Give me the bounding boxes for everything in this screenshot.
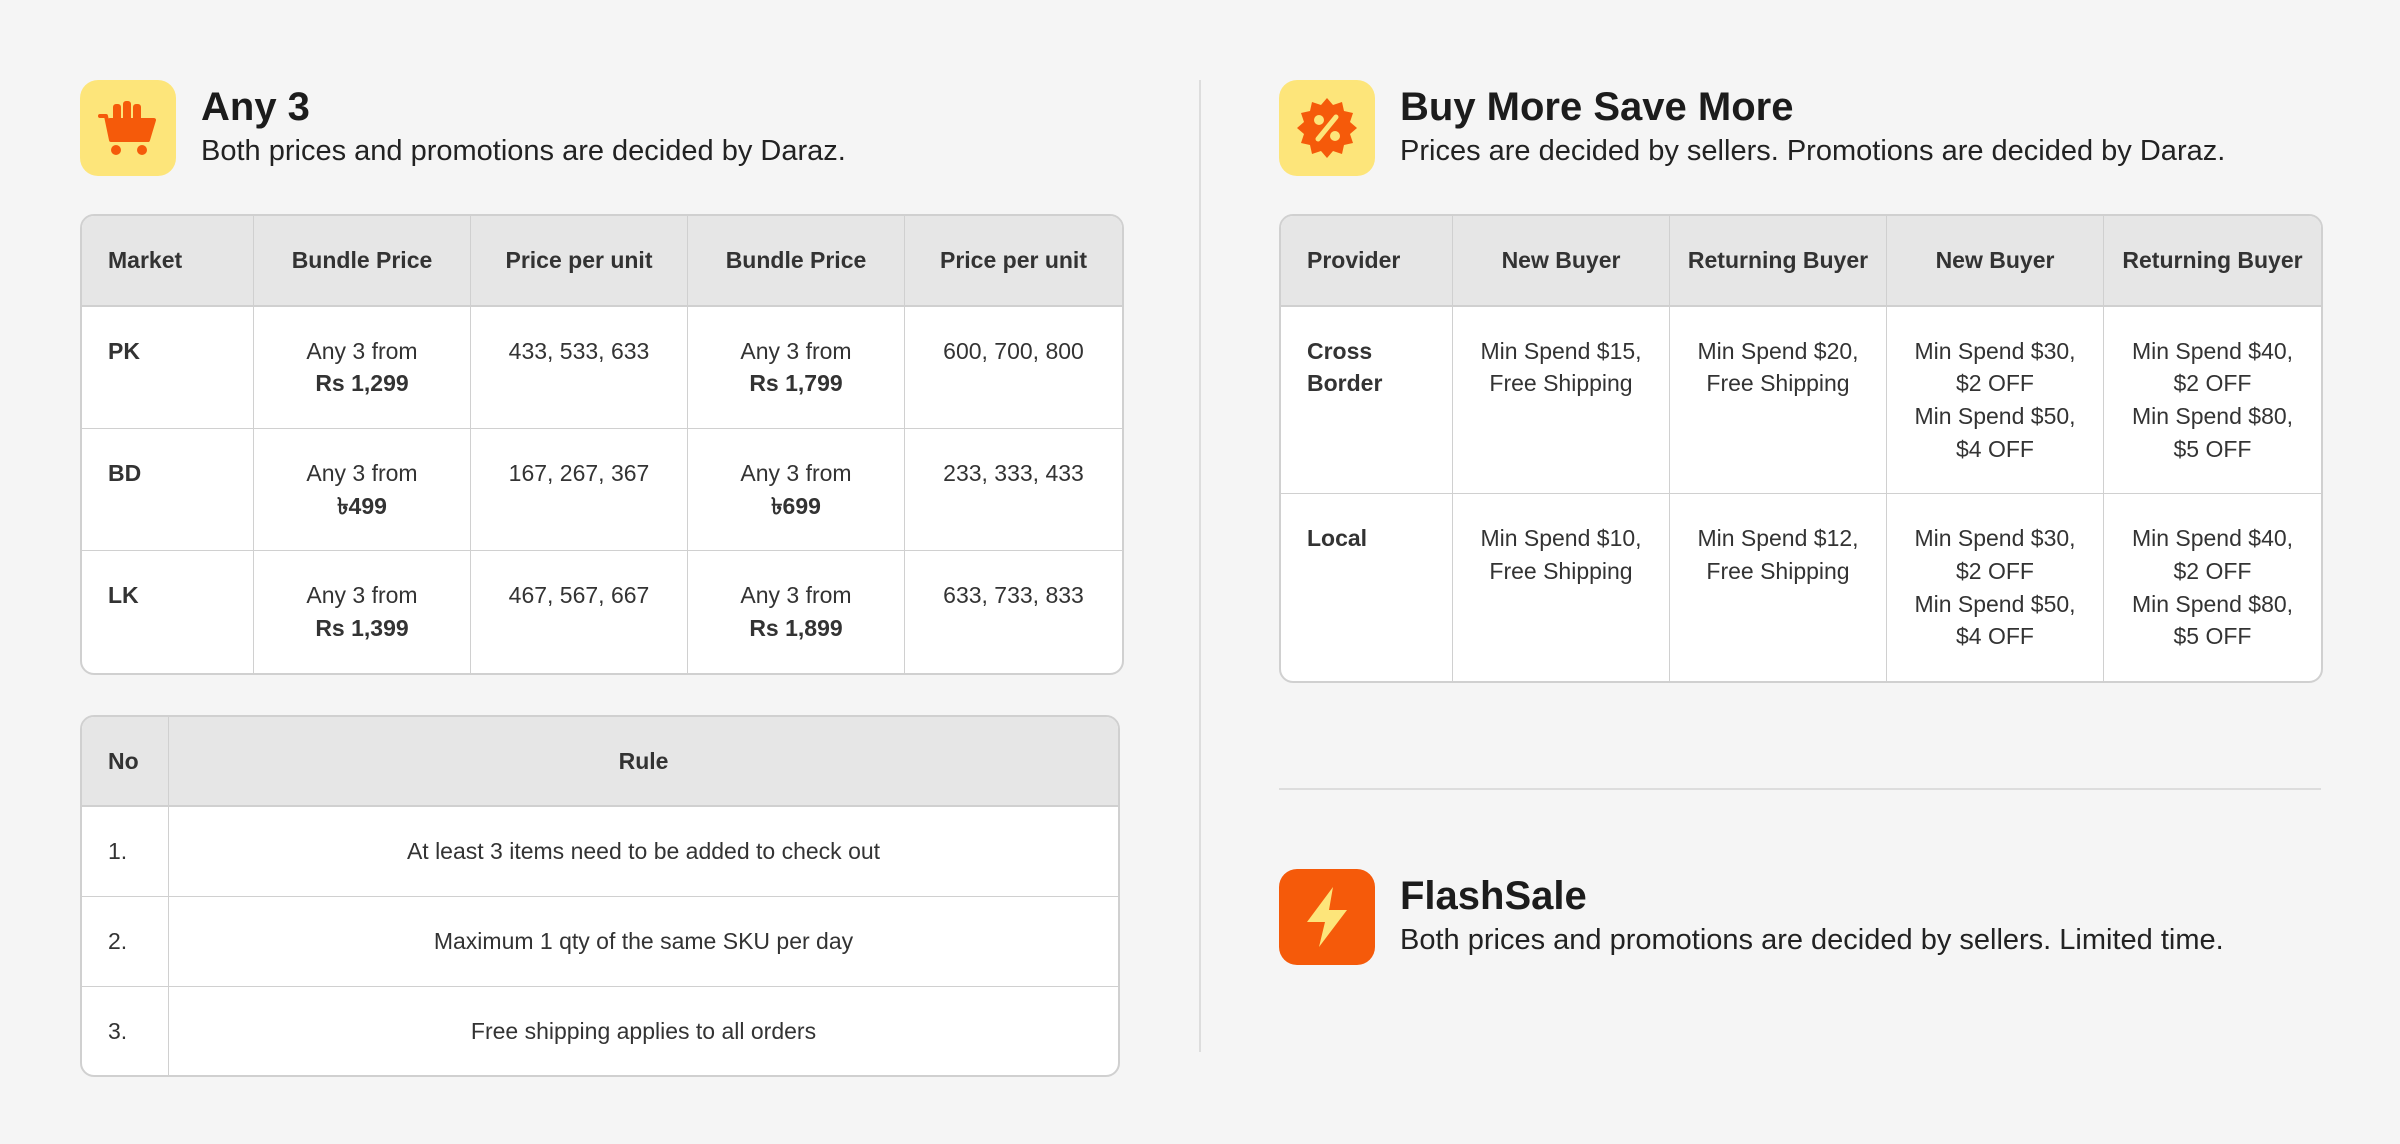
col-header-new-buyer: New Buyer bbox=[1452, 216, 1669, 307]
table-row: PK Any 3 from Rs 1,299 433, 533, 633 Any … bbox=[82, 306, 1122, 428]
promo-cell: Min Spend $12, Free Shipping bbox=[1669, 493, 1886, 681]
bundle-price-cell: Any 3 from ৳499 bbox=[253, 427, 470, 551]
rules-table: No Rule 1. At least 3 items need to be a… bbox=[80, 714, 1120, 1078]
bundle-price-cell: Any 3 from Rs 1,399 bbox=[253, 550, 470, 673]
market-cell: BD bbox=[82, 427, 253, 550]
bmsm-title: Buy More Save More bbox=[1400, 85, 1794, 129]
unit-price-cell: 467, 567, 667 bbox=[470, 550, 687, 673]
bmsm-section: Buy More Save More Prices are decided by… bbox=[1279, 80, 2323, 683]
percent-badge-icon bbox=[1279, 80, 1375, 176]
table-header-row: Market Bundle Price Price per unit Bundl… bbox=[82, 216, 1122, 307]
rule-number: 3. bbox=[82, 985, 168, 1076]
table-row: 2. Maximum 1 qty of the same SKU per day bbox=[82, 895, 1118, 986]
table-row: BD Any 3 from ৳499 167, 267, 367 Any 3 fr… bbox=[82, 427, 1122, 551]
provider-cell: Local bbox=[1281, 493, 1452, 681]
bmsm-table: Provider New Buyer Returning Buyer New B… bbox=[1279, 214, 2323, 683]
col-header-bundle-price: Bundle Price bbox=[253, 216, 470, 307]
bundle-price-cell: Any 3 from ৳699 bbox=[687, 427, 904, 551]
col-header-returning-buyer: Returning Buyer bbox=[1669, 216, 1886, 307]
vertical-divider bbox=[1199, 80, 1201, 1052]
col-header-price-per-unit: Price per unit bbox=[470, 216, 687, 307]
market-cell: PK bbox=[108, 337, 140, 364]
table-row: LK Any 3 from Rs 1,399 467, 567, 667 Any … bbox=[82, 550, 1122, 673]
table-header-row: No Rule bbox=[82, 716, 1118, 808]
col-header-market: Market bbox=[82, 216, 253, 307]
table-row: 1. At least 3 items need to be added to … bbox=[82, 807, 1118, 896]
col-header-rule: Rule bbox=[168, 716, 1118, 808]
provider-cell: Cross Border bbox=[1307, 337, 1383, 397]
any3-header: Any 3 Both prices and promotions are dec… bbox=[80, 80, 1120, 176]
promo-cell: Min Spend $30, $2 OFF Min Spend $50, $4 OFF bbox=[1886, 493, 2103, 681]
flashsale-header: FlashSale Both prices and promotions are… bbox=[1279, 869, 2224, 965]
promo-cell: Min Spend $10, Free Shipping bbox=[1452, 493, 1669, 681]
promo-cell: Min Spend $40, $2 OFF Min Spend $80, $5 OFF bbox=[2103, 306, 2321, 494]
rule-text: At least 3 items need to be added to che… bbox=[168, 807, 1118, 896]
promo-cell: Min Spend $15, Free Shipping bbox=[1452, 306, 1669, 494]
col-header-new-buyer: New Buyer bbox=[1886, 216, 2103, 307]
flashsale-subtitle: Both prices and promotions are decided b… bbox=[1400, 924, 2224, 956]
promo-cell: Min Spend $30, $2 OFF Min Spend $50, $4 OFF bbox=[1886, 306, 2103, 494]
unit-price-cell: 633, 733, 833 bbox=[904, 550, 1122, 673]
shopping-cart-icon bbox=[80, 80, 176, 176]
rule-text: Maximum 1 qty of the same SKU per day bbox=[168, 895, 1118, 986]
col-header-provider: Provider bbox=[1281, 216, 1452, 307]
flashsale-section: FlashSale Both prices and promotions are… bbox=[1279, 869, 2224, 965]
horizontal-divider bbox=[1279, 788, 2321, 790]
col-header-no: No bbox=[82, 716, 168, 808]
any3-section: Any 3 Both prices and promotions are dec… bbox=[80, 80, 1124, 1078]
table-row: 3. Free shipping applies to all orders bbox=[82, 985, 1118, 1076]
flashsale-title: FlashSale bbox=[1400, 874, 1587, 918]
bundle-price-cell: Any 3 from Rs 1,899 bbox=[687, 550, 904, 673]
any3-subtitle: Both prices and promotions are decided b… bbox=[201, 135, 846, 167]
lightning-bolt-icon bbox=[1279, 869, 1375, 965]
market-cell: LK bbox=[82, 550, 253, 672]
rule-text: Free shipping applies to all orders bbox=[168, 985, 1118, 1076]
col-header-bundle-price: Bundle Price bbox=[687, 216, 904, 307]
table-row: Cross Border Min Spend $15, Free Shipping … bbox=[1281, 306, 2321, 494]
promo-cell: Min Spend $20, Free Shipping bbox=[1669, 306, 1886, 494]
bundle-price-cell: Any 3 from Rs 1,299 bbox=[253, 306, 470, 428]
bundle-price-cell: Any 3 from Rs 1,799 bbox=[687, 306, 904, 428]
any3-price-table: Market Bundle Price Price per unit Bundl… bbox=[80, 214, 1124, 675]
rule-number: 1. bbox=[108, 838, 128, 865]
table-header-row: Provider New Buyer Returning Buyer New B… bbox=[1281, 216, 2321, 307]
unit-price-cell: 433, 533, 633 bbox=[470, 306, 687, 428]
col-header-price-per-unit: Price per unit bbox=[904, 216, 1122, 307]
any3-title: Any 3 bbox=[201, 85, 310, 129]
unit-price-cell: 600, 700, 800 bbox=[904, 306, 1122, 428]
rule-number: 2. bbox=[82, 895, 168, 986]
col-header-returning-buyer: Returning Buyer bbox=[2103, 216, 2321, 307]
bmsm-header: Buy More Save More Prices are decided by… bbox=[1279, 80, 2319, 176]
unit-price-cell: 167, 267, 367 bbox=[470, 427, 687, 551]
table-row: Local Min Spend $10, Free Shipping Min Sp… bbox=[1281, 493, 2321, 681]
bmsm-subtitle: Prices are decided by sellers. Promotion… bbox=[1400, 135, 2226, 167]
promo-cell: Min Spend $40, $2 OFF Min Spend $80, $5 OFF bbox=[2103, 493, 2321, 681]
unit-price-cell: 233, 333, 433 bbox=[904, 427, 1122, 551]
